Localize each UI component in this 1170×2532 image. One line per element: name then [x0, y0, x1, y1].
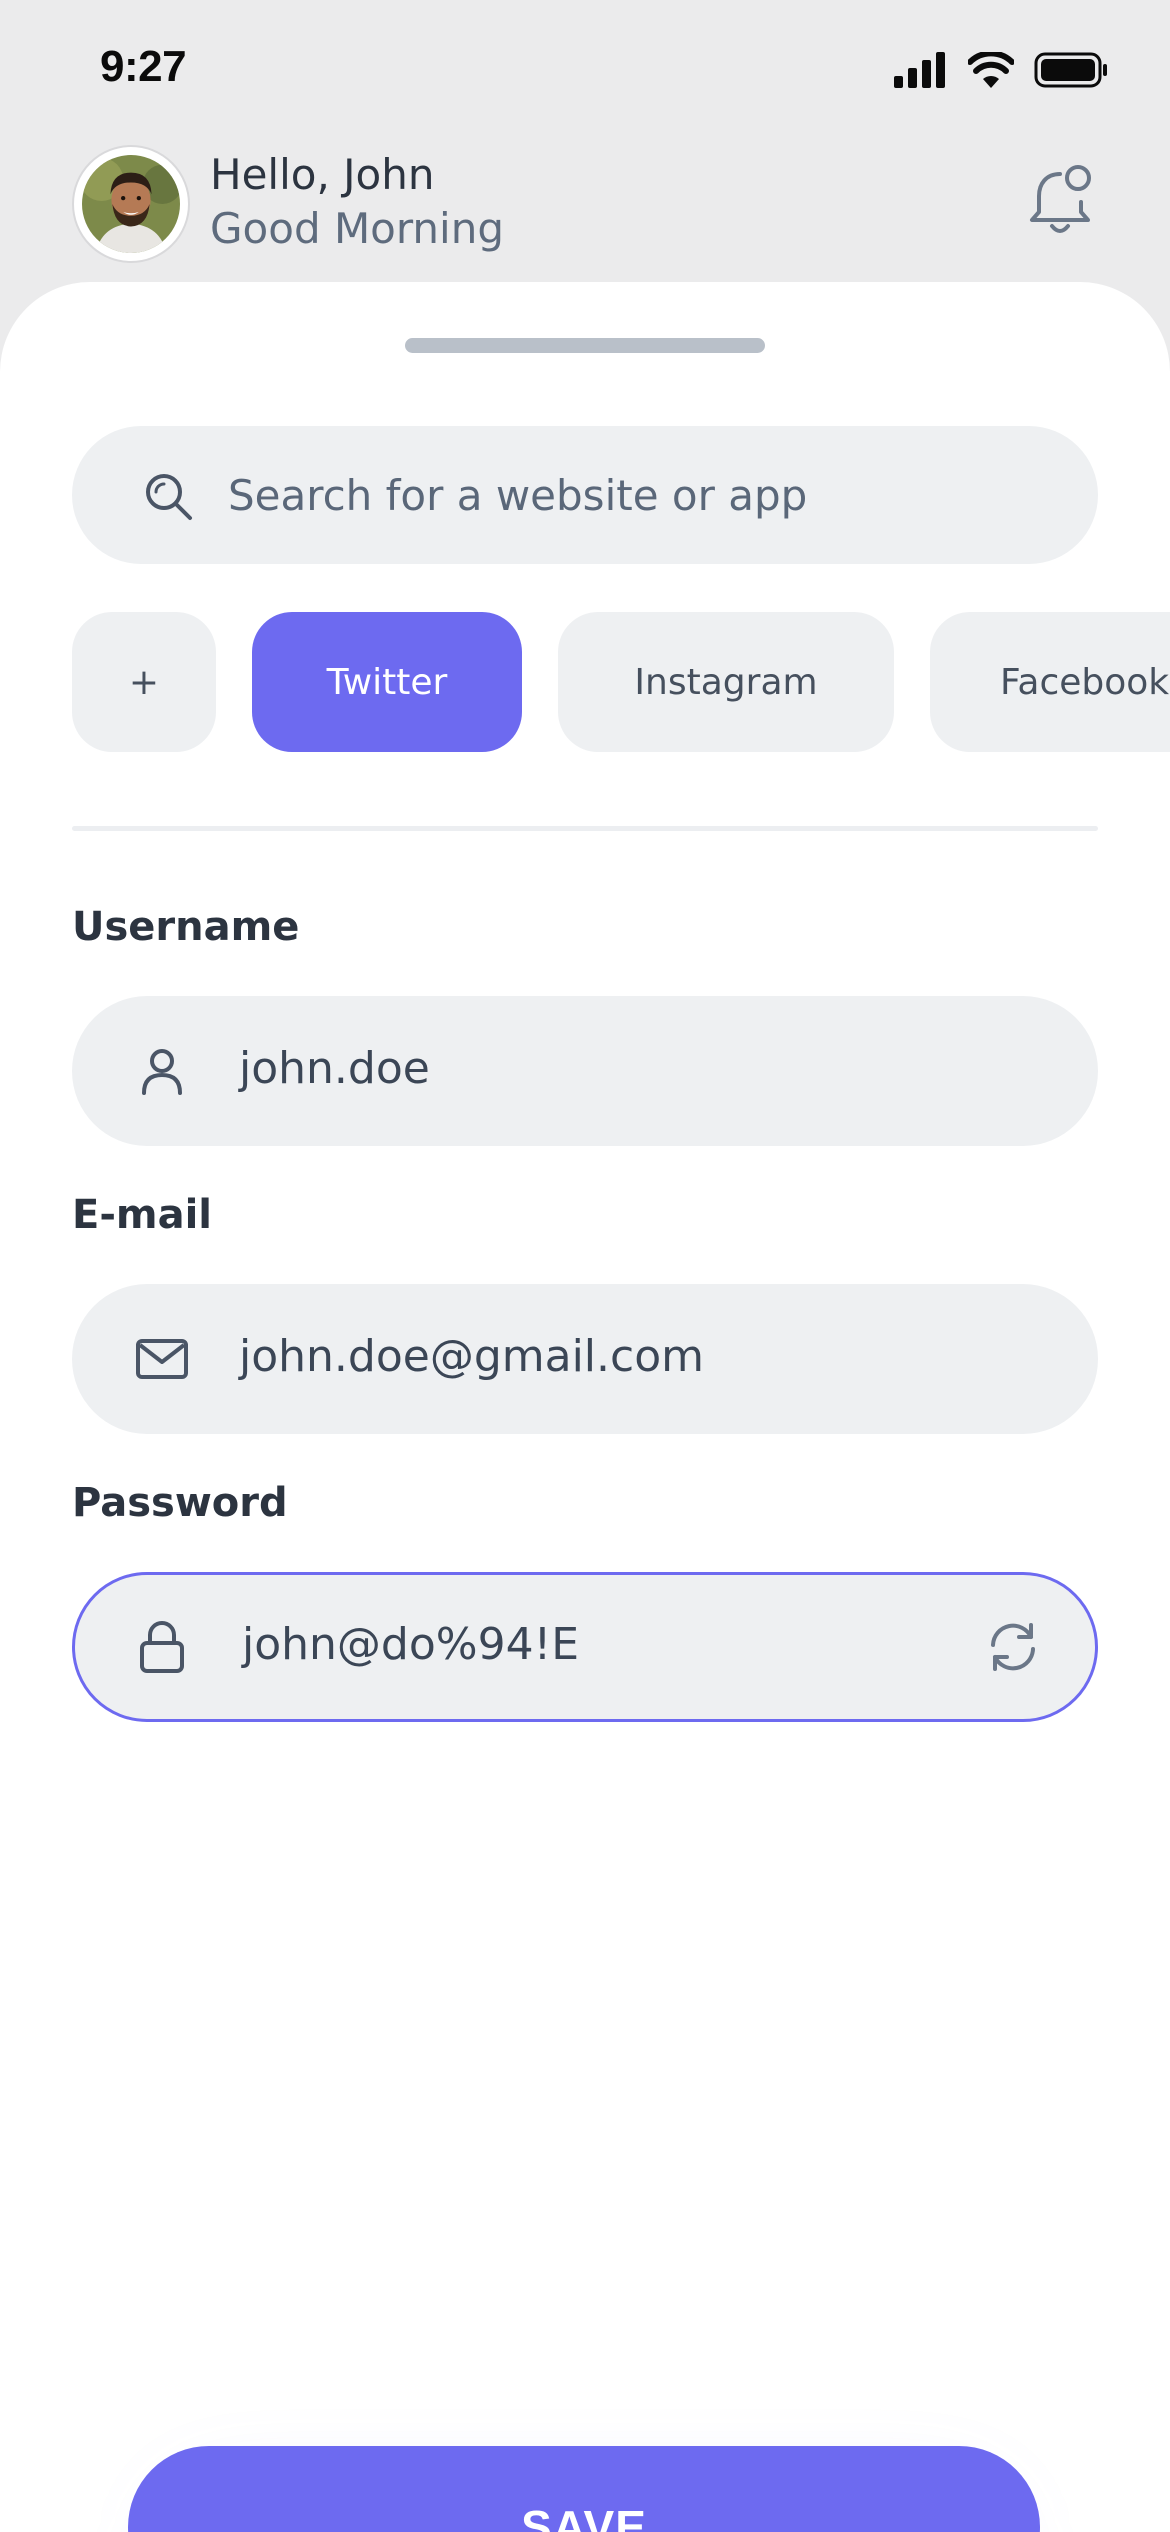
greeting-name: Hello, John	[210, 150, 435, 199]
wifi-icon	[968, 52, 1014, 88]
password-field[interactable]: john@do%94!E	[72, 1572, 1098, 1722]
lock-icon	[140, 1621, 184, 1673]
username-field[interactable]: john.doe	[72, 996, 1098, 1146]
password-value: john@do%94!E	[242, 1619, 580, 1670]
divider	[72, 826, 1098, 831]
email-field[interactable]: john.doe@gmail.com	[72, 1284, 1098, 1434]
search-icon	[146, 474, 192, 520]
add-chip-button[interactable]: +	[72, 612, 216, 752]
status-time: 9:27	[100, 42, 187, 91]
chip-twitter[interactable]: Twitter	[252, 612, 522, 752]
save-button[interactable]: SAVE	[128, 2446, 1040, 2532]
password-label: Password	[72, 1480, 288, 1526]
avatar[interactable]	[72, 145, 190, 263]
search-input[interactable]: Search for a website or app	[228, 471, 807, 520]
username-label: Username	[72, 904, 300, 950]
user-icon	[142, 1049, 182, 1095]
username-value: john.doe	[239, 1043, 430, 1094]
mail-icon	[136, 1339, 188, 1379]
sheet-handle[interactable]	[405, 338, 765, 353]
battery-icon	[1034, 52, 1107, 88]
email-value: john.doe@gmail.com	[239, 1331, 704, 1382]
refresh-icon[interactable]	[981, 1615, 1045, 1679]
chip-instagram[interactable]: Instagram	[558, 612, 894, 752]
greeting-subtitle: Good Morning	[210, 204, 504, 253]
app-screen: 9:27 Hello, John Good Morning Search for…	[0, 0, 1170, 2532]
status-bar: 9:27	[0, 0, 1170, 140]
cellular-signal-icon	[894, 52, 945, 88]
greeting: Hello, John Good Morning	[210, 148, 504, 256]
header: Hello, John Good Morning	[0, 140, 1170, 280]
status-icons	[894, 52, 1108, 88]
category-chips: + Twitter Instagram Facebook	[72, 612, 1170, 752]
chip-facebook[interactable]: Facebook	[930, 612, 1170, 752]
bottom-sheet: Search for a website or app + Twitter In…	[0, 282, 1170, 2532]
avatar-photo	[82, 155, 180, 253]
bell-icon[interactable]	[1020, 162, 1100, 242]
search-bar[interactable]: Search for a website or app	[72, 426, 1098, 564]
email-label: E-mail	[72, 1192, 213, 1238]
